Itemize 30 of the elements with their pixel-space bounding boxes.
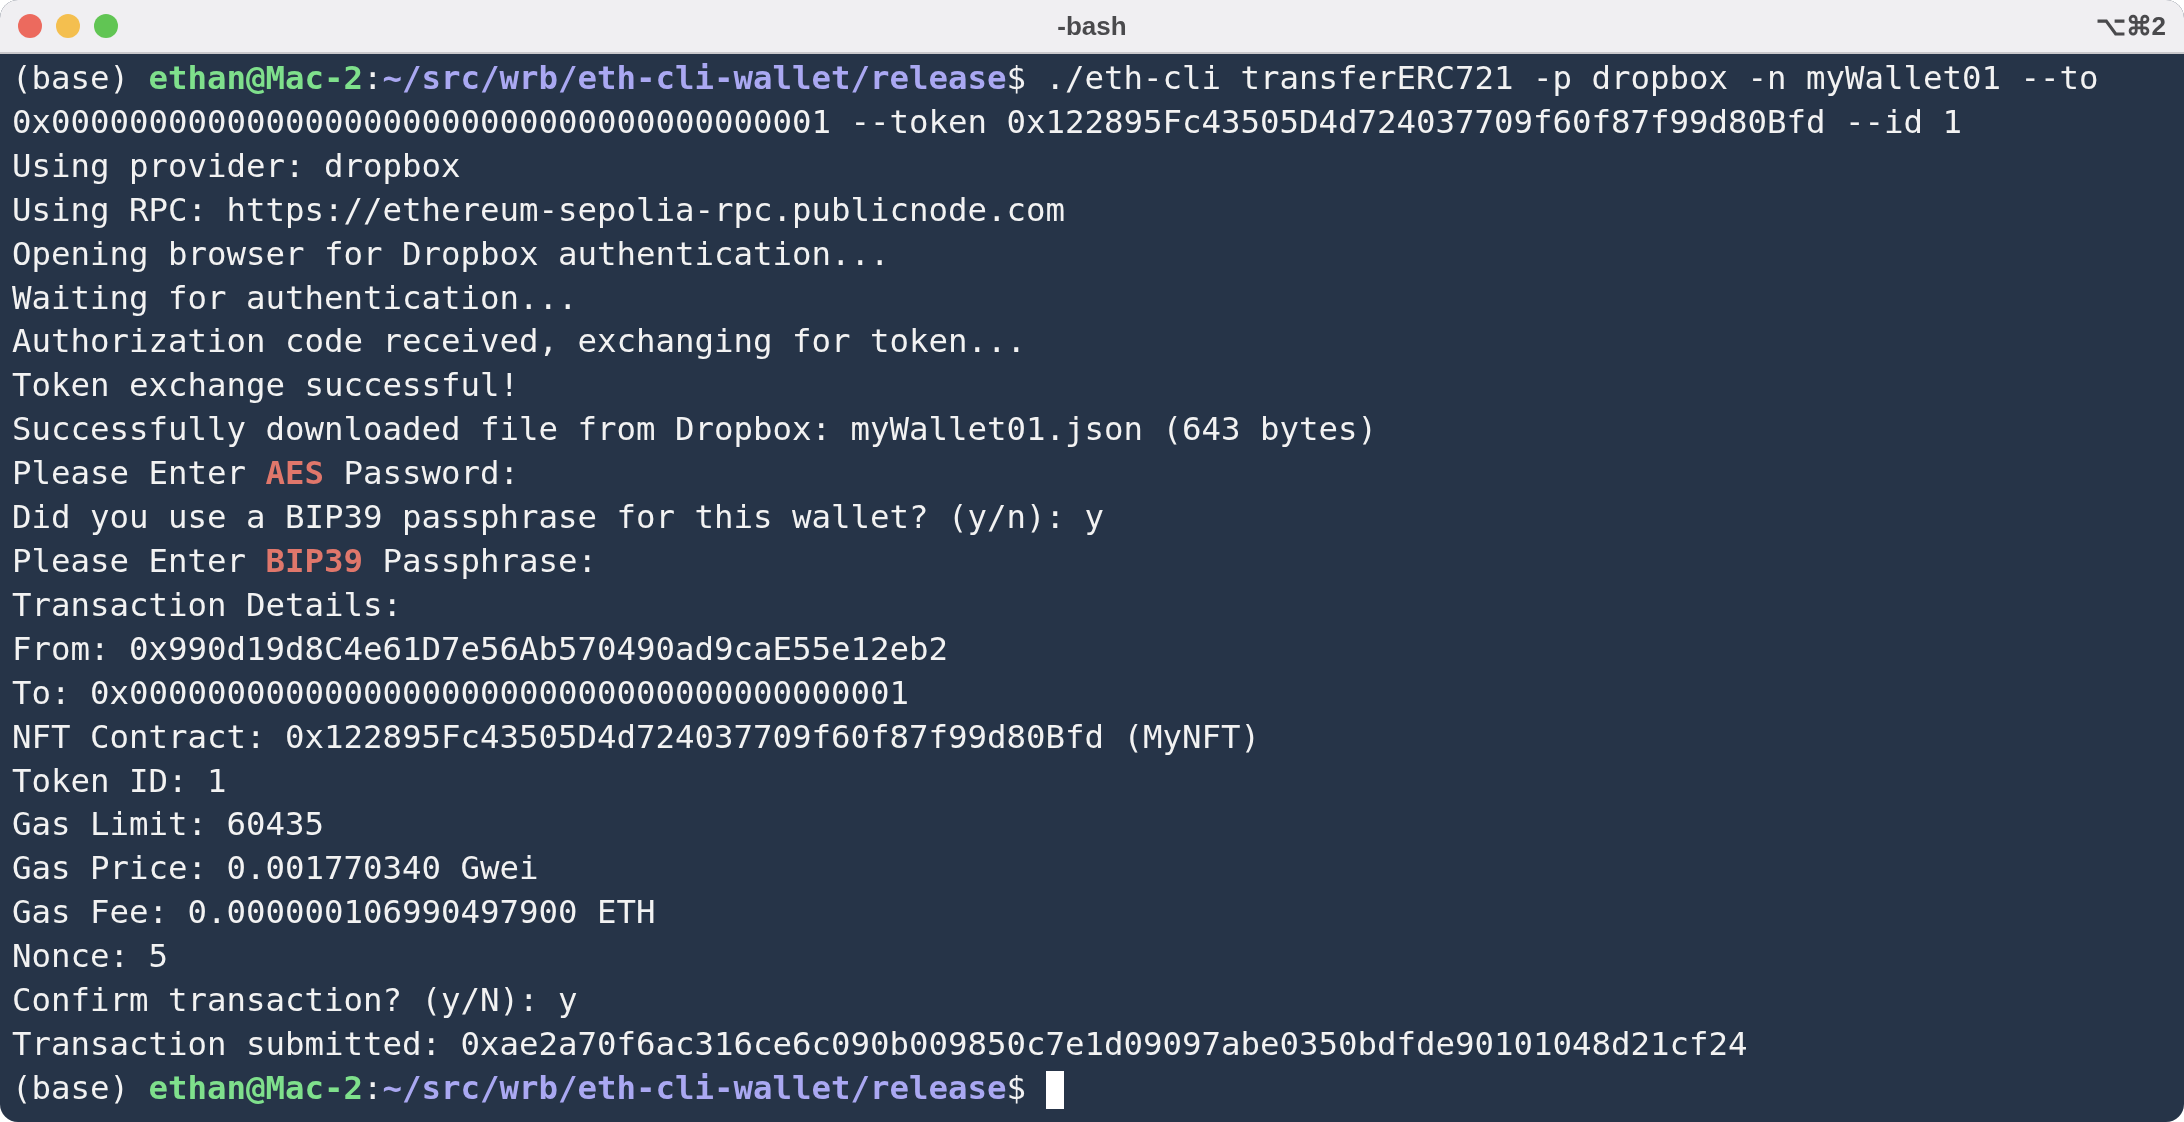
terminal-line: Token ID: 1 <box>12 761 227 800</box>
terminal-line: Gas Limit: 60435 <box>12 805 324 844</box>
terminal-line: Using provider: dropbox <box>12 146 461 185</box>
zoom-icon[interactable] <box>94 14 118 38</box>
terminal-line: Transaction Details: <box>12 585 403 624</box>
terminal-line: Please Enter AES Password: <box>12 454 520 493</box>
terminal-line: Opening browser for Dropbox authentication... <box>12 234 890 273</box>
terminal-line: (base) ethan@Mac-2:~/src/wrb/eth-cli-wallet/release$ ./eth-cli transferERC721 -p dropbox -n myWallet01 --to <box>12 59 2099 97</box>
terminal-line: Please Enter BIP39 Passphrase: <box>12 541 598 580</box>
prompt-line: (base) ethan@Mac-2:~/src/wrb/eth-cli-wallet/release$ <box>12 1068 1028 1107</box>
close-icon[interactable] <box>18 14 42 38</box>
terminal-line: Transaction submitted: 0xae2a70f6ac316ce6c090b009850c7e1d09097abe0350bdfde90101048d21cf24 <box>12 1024 1748 1063</box>
terminal-line: Confirm transaction? (y/N): y <box>12 981 578 1020</box>
terminal-line: Token exchange successful! <box>12 366 520 405</box>
terminal-line: Did you use a BIP39 passphrase for this wallet? (y/n): y <box>12 498 1105 537</box>
shortcut-label: ⌥⌘2 <box>2094 10 2166 42</box>
terminal-line: Gas Fee: 0.000000106990497900 ETH <box>12 893 656 932</box>
window-title: -bash <box>1056 10 1128 42</box>
terminal-line: Successfully downloaded file from Dropbox: myWallet01.json (643 bytes) <box>12 410 1378 449</box>
terminal-line: From: 0x990d19d8C4e61D7e56Ab570490ad9caE55e12eb2 <box>12 629 949 668</box>
terminal-line: Waiting for authentication... <box>12 278 578 317</box>
terminal-line: Nonce: 5 <box>12 937 168 976</box>
minimize-icon[interactable] <box>56 14 80 38</box>
terminal-line: Authorization code received, exchanging for token... <box>12 322 1027 361</box>
terminal-line: 0x0000000000000000000000000000000000000001 --token 0x122895Fc43505D4d724037709f60f87f99d80Bfd --id 1 <box>12 102 1963 141</box>
terminal-line: Using RPC: https://ethereum-sepolia-rpc.publicnode.com <box>12 190 1066 229</box>
terminal-line: NFT Contract: 0x122895Fc43505D4d724037709f60f87f99d80Bfd (MyNFT) <box>12 717 1261 756</box>
terminal-line: To: 0x0000000000000000000000000000000000000001 <box>12 673 910 712</box>
terminal-line: Gas Price: 0.001770340 Gwei <box>12 849 539 888</box>
text-cursor <box>1045 1070 1064 1109</box>
